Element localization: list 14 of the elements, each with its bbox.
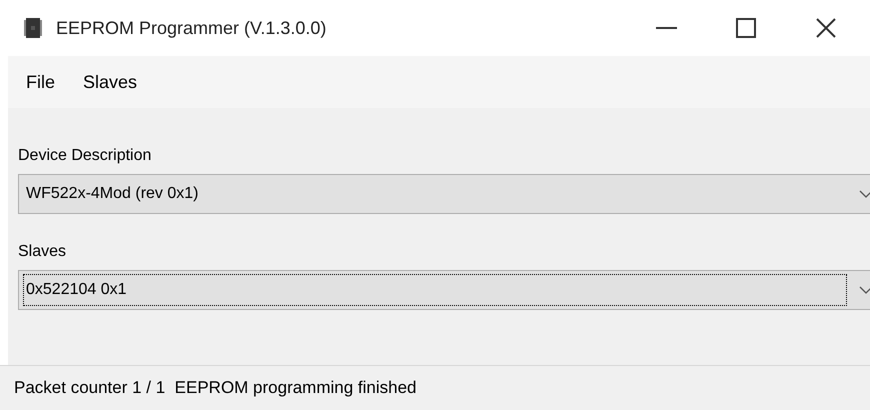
dropdown[interactable]: WF522x-4Mod (rev 0x1): [18, 174, 870, 214]
menu-item[interactable]: File: [24, 68, 58, 96]
menu-item[interactable]: Slaves: [81, 68, 140, 96]
dropdown[interactable]: 0x522104 0x1: [18, 270, 870, 310]
window-title: EEPROM Programmer (V.1.3.0.0): [56, 16, 326, 40]
close-icon: [815, 17, 837, 39]
field-label: Device Description: [18, 146, 152, 166]
chevron-down-icon: [859, 190, 870, 198]
chip-icon: [24, 18, 42, 38]
status-text: Packet counter 1 / 1 EEPROM programming finished: [14, 377, 417, 400]
minimize-icon: [656, 27, 676, 29]
field-label: Slaves: [18, 242, 66, 262]
chevron-down-icon: [859, 286, 870, 294]
maximize-icon: [736, 18, 756, 38]
